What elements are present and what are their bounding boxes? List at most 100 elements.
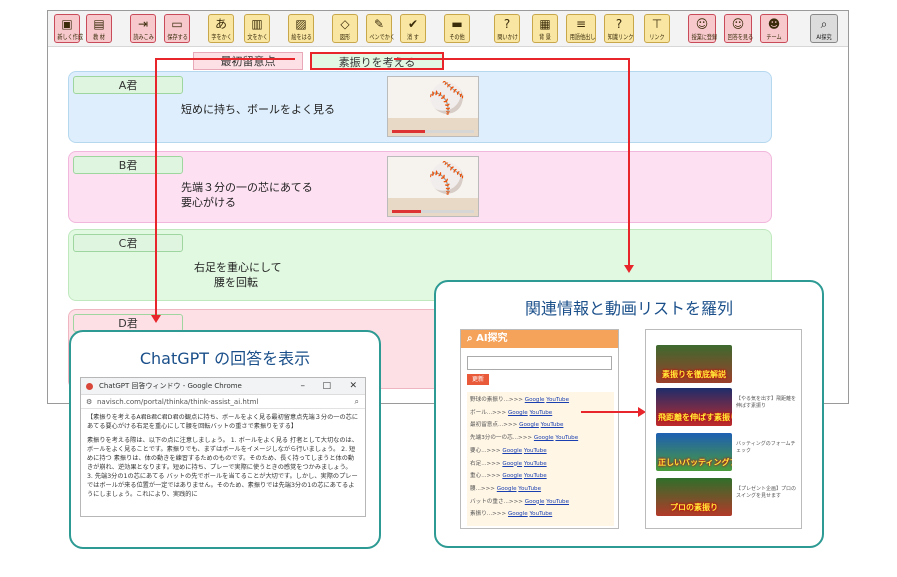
other-button[interactable]: ▬ その他 [444, 14, 470, 43]
save-button[interactable]: ▭ 保存する [164, 14, 190, 43]
chrome-titlebar: ChatGPT 回答ウィンドウ - Google Chrome – □ ✕ [81, 378, 365, 395]
background-icon: ▦ [539, 17, 551, 31]
video-progress-fill [392, 210, 421, 213]
material-icon: ▤ [93, 17, 105, 31]
google-link[interactable]: Google [508, 410, 528, 416]
video-title[interactable]: 【プレゼント企画】プロのスイングを見せます [736, 486, 798, 500]
keyword-link-item: 最初留意点...>>> Google YouTube [470, 419, 611, 432]
shape-icon: ◇ [340, 17, 350, 31]
google-link[interactable]: Google [525, 499, 545, 505]
youtube-link[interactable]: YouTube [546, 397, 569, 403]
toolbar-button-label: 図形 [339, 33, 351, 41]
toolbar-button-label: 知識リンク [607, 33, 634, 41]
tab-first-notes[interactable]: 最初留意点 [193, 52, 303, 70]
video-title[interactable]: 【やる気を出す】飛距離を伸ばす素振り [736, 396, 798, 410]
keyword-link-item: ボール...>>> Google YouTube [470, 407, 611, 420]
ai-search-input[interactable] [467, 356, 612, 370]
close-icon[interactable]: ✕ [349, 378, 357, 395]
student-note: 要心がける [181, 196, 236, 209]
arrow-line [155, 58, 295, 60]
student-row[interactable]: B君 先端３分の一の芯にあてる 要心がける ⚾ [68, 151, 772, 223]
keyword-label: 先端3分の一の芯...>>> [470, 435, 534, 442]
toolbar-button-label: 背 景 [539, 33, 551, 41]
google-link[interactable]: Google [519, 422, 539, 428]
knowledge-link-button[interactable]: ? 知識リンク [604, 14, 634, 43]
youtube-link[interactable]: YouTube [524, 448, 547, 454]
shape-button[interactable]: ◇ 図形 [332, 14, 358, 43]
arrow-line [581, 411, 639, 413]
toolbar-button-label: 字をかく [211, 33, 232, 41]
video-thumbnail[interactable]: プロの素振り [656, 478, 732, 516]
ai-search-panel: ⌕ AI探究 更新 野球の素振り...>>> Google YouTube ボール… [460, 329, 619, 529]
tab-swing-practice[interactable]: 素振りを考える [310, 52, 444, 70]
write-text-button[interactable]: あ字をかく [208, 14, 234, 43]
view-answers-button[interactable]: ☺ 回答を見る [724, 14, 753, 43]
question-icon: ? [503, 17, 511, 31]
terms-icon: ≡ [575, 17, 587, 31]
video-thumbnail[interactable]: 飛距離を伸ばす素振り練習法 [656, 388, 732, 426]
video-progress-bar[interactable] [392, 210, 474, 213]
keyword-link-item: 腰...>>> Google YouTube [470, 483, 611, 496]
arrow-line [628, 58, 630, 266]
youtube-link[interactable]: YouTube [524, 473, 547, 479]
video-progress-fill [392, 130, 425, 133]
link-icon: ⊤ [651, 17, 663, 31]
youtube-link[interactable]: YouTube [529, 511, 552, 517]
youtube-link[interactable]: YouTube [518, 486, 541, 492]
toolbar-button-label: その他 [449, 33, 465, 41]
background-button[interactable]: ▦ 背 景 [532, 14, 558, 43]
video-title[interactable]: バッティングのフォームチェック [736, 441, 798, 455]
terms-button[interactable]: ≡ 用語他出し [566, 14, 596, 43]
erase-button[interactable]: ✔ 消 す [400, 14, 426, 43]
google-link[interactable]: Google [497, 486, 517, 492]
pen-button[interactable]: ✎ ペンでかく [366, 14, 395, 43]
new-file-button[interactable]: ▣ 新しく作成 [54, 14, 83, 43]
paste-image-button[interactable]: ▨ 絵をはる [288, 14, 314, 43]
chatgpt-callout-title: ChatGPT の回答を表示 [139, 349, 311, 368]
arrow-line [155, 58, 157, 316]
question-button[interactable]: ? 問いかけ [494, 14, 520, 43]
maximize-icon[interactable]: □ [322, 378, 331, 395]
google-link[interactable]: Google [502, 448, 522, 454]
ai-search-button[interactable]: ⌕ AI探究 [810, 14, 838, 43]
keyword-link-item: 先端3分の一の芯...>>> Google YouTube [470, 432, 611, 445]
youtube-link[interactable]: YouTube [546, 499, 569, 505]
knowledge-link-icon: ? [615, 17, 623, 31]
batting-video-thumbnail[interactable]: ⚾ [387, 76, 479, 137]
video-caption: 正しいバッティングフォーム [658, 458, 732, 467]
chrome-window: ChatGPT 回答ウィンドウ - Google Chrome – □ ✕ ⚙ … [80, 377, 366, 517]
search-icon[interactable]: ⌕ [355, 395, 359, 409]
other-icon: ▬ [451, 17, 463, 31]
google-link[interactable]: Google [534, 435, 554, 441]
student-name: B君 [73, 156, 183, 174]
youtube-link[interactable]: YouTube [555, 435, 578, 441]
link-button[interactable]: ⊤ リンク [644, 14, 670, 43]
address-bar[interactable]: ⚙ navisch.com/portal/thinka/think-assist… [81, 395, 365, 409]
google-link[interactable]: Google [502, 473, 522, 479]
youtube-link[interactable]: YouTube [529, 410, 552, 416]
toolbar-button-label: 問いかけ [497, 33, 518, 41]
ground [388, 118, 478, 136]
batter-illustration: ⚾ [428, 81, 466, 116]
update-button[interactable]: 更新 [467, 374, 489, 385]
write-sentence-button[interactable]: ▥ 文をかく [244, 14, 270, 43]
youtube-link[interactable]: YouTube [524, 461, 547, 467]
import-button[interactable]: ⇥ 読みこみ [130, 14, 156, 43]
team-button[interactable]: ☻ チーム [760, 14, 788, 43]
student-row[interactable]: A君 短めに持ち、ボールをよく見る ⚾ [68, 71, 772, 143]
video-thumbnail[interactable]: 正しいバッティングフォーム [656, 433, 732, 471]
keyword-link-item: 素振り...>>> Google YouTube [470, 508, 611, 521]
write-sentence-icon: ▥ [251, 17, 263, 31]
google-link[interactable]: Google [508, 511, 528, 517]
minimize-icon[interactable]: – [301, 378, 306, 395]
video-thumbnail[interactable]: 素振りを徹底解説 [656, 345, 732, 383]
video-progress-bar[interactable] [392, 130, 474, 133]
youtube-link[interactable]: YouTube [541, 422, 564, 428]
register-class-button[interactable]: ☺ 授業に登録 [688, 14, 717, 43]
google-link[interactable]: Google [525, 397, 545, 403]
google-link[interactable]: Google [502, 461, 522, 467]
student-note: 右足を重心にして [194, 261, 282, 274]
batting-video-thumbnail[interactable]: ⚾ [387, 156, 479, 217]
material-button[interactable]: ▤ 教 材 [86, 14, 112, 43]
toolbar-button-label: チーム [766, 33, 782, 41]
